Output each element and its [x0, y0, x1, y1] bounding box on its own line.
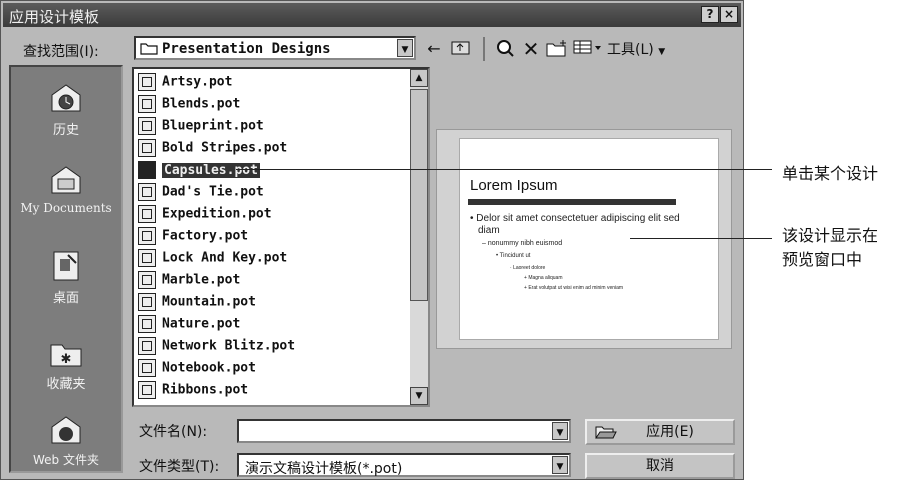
tools-label: 工具(L)	[607, 42, 654, 58]
open-folder-icon	[595, 426, 617, 439]
template-file-icon	[138, 381, 156, 399]
template-file-icon	[138, 161, 156, 179]
history-icon	[51, 84, 81, 112]
chevron-down-icon[interactable]: ▼	[552, 422, 568, 440]
place-favorites[interactable]: ✱ 收藏夹	[11, 335, 121, 392]
file-item[interactable]: Expedition.pot	[138, 205, 272, 227]
apply-design-template-dialog: 应用设计模板 ? × 查找范围(I): Presentation Designs…	[0, 0, 744, 480]
file-list[interactable]: Artsy.pot Blends.pot Blueprint.pot Bold …	[132, 67, 430, 407]
slide-sub-bullet: · Laoreet dolore	[510, 265, 546, 271]
file-item[interactable]: Mountain.pot	[138, 293, 256, 315]
slide-sub-bullet: • Tincidunt ut	[496, 253, 531, 259]
file-item[interactable]: Nature.pot	[138, 315, 240, 337]
place-my-documents[interactable]: My Documents	[11, 163, 121, 216]
my-documents-icon	[51, 166, 81, 194]
place-history[interactable]: 历史	[11, 81, 121, 138]
template-file-icon	[138, 205, 156, 223]
apply-button[interactable]: 应用(E)	[585, 419, 735, 445]
svg-text:✱: ✱	[61, 352, 72, 367]
file-item-selected[interactable]: Capsules.pot	[138, 161, 260, 183]
look-in-value: Presentation Designs	[162, 41, 331, 57]
callout-preview-line1: 该设计显示在	[782, 226, 879, 245]
slide-sub-bullet: + Magna aliquam	[524, 275, 563, 281]
slide-bullet: • Delor sit amet consectetuer adipiscing…	[470, 213, 680, 224]
vertical-scrollbar[interactable]: ▲ ▼	[410, 69, 428, 405]
place-web-folders[interactable]: Web 文件夹	[11, 413, 121, 468]
place-label: 收藏夹	[46, 377, 86, 392]
slide-title: Lorem Ipsum	[470, 177, 558, 194]
callout-line-preview	[630, 238, 772, 239]
new-folder-icon[interactable]	[546, 39, 568, 61]
slide-bullet-cont: diam	[478, 225, 500, 236]
up-one-level-icon[interactable]	[450, 39, 472, 61]
chevron-down-icon: ▼	[658, 47, 666, 57]
template-file-icon	[138, 183, 156, 201]
dialog-title: 应用设计模板	[9, 8, 100, 26]
preview-pane: Lorem Ipsum • Delor sit amet consectetue…	[436, 129, 732, 349]
file-item[interactable]: Artsy.pot	[138, 73, 232, 95]
places-bar: 历史 My Documents 桌面 ✱ 收藏夹 Web 文件夹	[9, 65, 123, 473]
callout-line-click	[236, 169, 772, 170]
scroll-thumb[interactable]	[410, 89, 428, 301]
place-label: My Documents	[20, 201, 112, 215]
back-icon[interactable]: ←	[425, 39, 443, 61]
place-label: 桌面	[52, 291, 79, 306]
file-item[interactable]: Dad's Tie.pot	[138, 183, 264, 205]
desktop-icon	[53, 251, 79, 281]
template-file-icon	[138, 117, 156, 135]
callout-preview-line2: 预览窗口中	[782, 250, 863, 269]
file-type-label: 文件类型(T):	[139, 459, 220, 475]
file-item[interactable]: Blueprint.pot	[138, 117, 264, 139]
file-item[interactable]: Ribbons.pot	[138, 381, 248, 403]
place-label: Web 文件夹	[33, 453, 99, 467]
close-button[interactable]: ×	[720, 6, 738, 23]
file-item[interactable]: Blends.pot	[138, 95, 240, 117]
help-button[interactable]: ?	[701, 6, 719, 23]
scroll-down-icon[interactable]: ▼	[410, 387, 428, 405]
toolbar-divider	[483, 37, 485, 61]
file-name-label: 文件名(N):	[139, 424, 208, 440]
template-file-icon	[138, 315, 156, 333]
scroll-up-icon[interactable]: ▲	[410, 69, 428, 87]
template-file-icon	[138, 249, 156, 267]
template-file-icon	[138, 271, 156, 289]
look-in-combo[interactable]: Presentation Designs ▼	[134, 36, 416, 60]
views-icon[interactable]	[573, 39, 603, 61]
template-file-icon	[138, 73, 156, 91]
slide-title-bar	[468, 199, 676, 205]
file-item[interactable]: Bold Stripes.pot	[138, 139, 287, 161]
file-item[interactable]: Factory.pot	[138, 227, 248, 249]
chevron-down-icon[interactable]: ▼	[552, 456, 568, 474]
delete-icon[interactable]: ✕	[521, 39, 541, 61]
look-in-label: 查找范围(I):	[23, 44, 99, 60]
file-item[interactable]: Marble.pot	[138, 271, 240, 293]
template-file-icon	[138, 95, 156, 113]
favorites-icon: ✱	[50, 344, 82, 367]
folder-icon	[140, 43, 158, 55]
slide-sub-bullet: – nonummy nibh euismod	[482, 240, 563, 247]
callout-click-design: 单击某个设计	[782, 164, 879, 183]
search-web-icon[interactable]	[495, 39, 515, 61]
tools-menu[interactable]: 工具(L) ▼	[607, 39, 707, 61]
file-item[interactable]: Network Blitz.pot	[138, 337, 295, 359]
template-file-icon	[138, 359, 156, 377]
web-folders-icon	[51, 416, 81, 444]
place-label: 历史	[52, 123, 79, 138]
file-type-select[interactable]: 演示文稿设计模板(*.pot) ▼	[237, 453, 571, 477]
template-file-icon	[138, 227, 156, 245]
file-item[interactable]: Lock And Key.pot	[138, 249, 287, 271]
template-file-icon	[138, 337, 156, 355]
file-name-input[interactable]: ▼	[237, 419, 571, 443]
template-file-icon	[138, 139, 156, 157]
slide-sub-bullet: + Erat volutpat ut wisi enim ad minim ve…	[524, 285, 624, 291]
cancel-button[interactable]: 取消	[585, 453, 735, 479]
file-item[interactable]: Notebook.pot	[138, 359, 256, 381]
place-desktop[interactable]: 桌面	[11, 249, 121, 306]
title-bar: 应用设计模板 ? ×	[3, 3, 741, 27]
chevron-down-icon[interactable]: ▼	[397, 39, 413, 57]
template-file-icon	[138, 293, 156, 311]
